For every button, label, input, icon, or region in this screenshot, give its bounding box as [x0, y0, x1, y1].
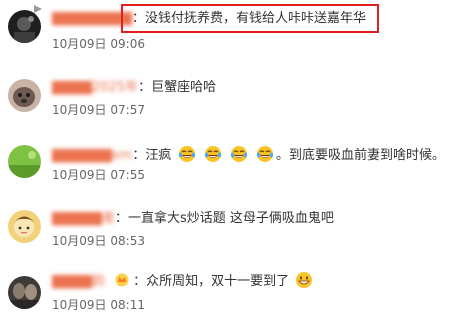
comment-line: ▇▇▇▇韵 ：众所周知，双十一要到了: [52, 271, 315, 291]
tears-of-joy-emoji-icon: [204, 146, 221, 162]
tears-of-joy-emoji-icon: [178, 146, 195, 162]
green-avatar-icon[interactable]: [8, 145, 41, 178]
photo-avatar-icon[interactable]: [8, 276, 41, 309]
username-link[interactable]: ▇▇▇▇2025年: [52, 78, 138, 98]
comment-time: 07:55: [110, 168, 145, 182]
comment-text: 一直拿大s炒话题 这母子俩吸血鬼吧: [128, 211, 334, 226]
comment-meta: 10月09日 08:11: [52, 297, 145, 313]
tears-of-joy-emoji-icon: [230, 146, 247, 162]
username-link[interactable]: ▇▇▇▇▇▇▇▇: [52, 9, 132, 29]
comment-text: 。到底要吸血前妻到啥时候。: [275, 148, 445, 163]
comment-date: 10月09日: [52, 103, 107, 117]
tears-of-joy-emoji-icon: [256, 146, 274, 162]
comment-text: 众所周知，双十一要到了: [146, 274, 290, 289]
dark-avatar-icon[interactable]: [8, 10, 41, 43]
highlight-box: [121, 4, 379, 33]
caret-icon: [34, 5, 42, 13]
colon-separator: ：: [115, 211, 129, 226]
colon-separator: ：: [132, 148, 146, 163]
comment-time: 08:53: [110, 234, 145, 248]
comment-line: ▇▇▇▇▇者：一直拿大s炒话题 这母子俩吸血鬼吧: [52, 209, 334, 229]
comment-text: 汪疯: [145, 148, 172, 163]
comment-meta: 10月09日 08:53: [52, 233, 145, 249]
comment-date: 10月09日: [52, 168, 107, 182]
comment-meta: 10月09日 07:55: [52, 167, 145, 183]
comment-date: 10月09日: [52, 37, 107, 51]
crown-badge-icon: [115, 273, 129, 287]
comment-date: 10月09日: [52, 298, 107, 312]
comment-text: 巨蟹座哈哈: [151, 80, 217, 95]
username-link[interactable]: ▇▇▇▇韵: [52, 272, 105, 292]
comment-meta: 10月09日 09:06: [52, 36, 145, 52]
comment-time: 08:11: [110, 298, 145, 312]
comment-time: 09:06: [110, 37, 145, 51]
comment-meta: 10月09日 07:57: [52, 102, 145, 118]
colon-separator: ：: [138, 80, 152, 95]
username-link[interactable]: ▇▇▇▇▇者: [52, 209, 115, 229]
dog-avatar-icon[interactable]: [8, 79, 41, 112]
grin-emoji-icon: [296, 272, 313, 288]
comment-date: 10月09日: [52, 234, 107, 248]
colon-separator: ：: [133, 274, 147, 289]
username-link[interactable]: ▇▇▇▇▇▇xm: [52, 146, 132, 166]
comment-line: ▇▇▇▇2025年：巨蟹座哈哈: [52, 78, 216, 98]
comment-line: ▇▇▇▇▇▇xm：汪疯 。到底要吸血前妻到啥时候。: [52, 145, 445, 165]
cartoon-avatar-icon[interactable]: [8, 210, 41, 243]
comment-time: 07:57: [110, 103, 145, 117]
